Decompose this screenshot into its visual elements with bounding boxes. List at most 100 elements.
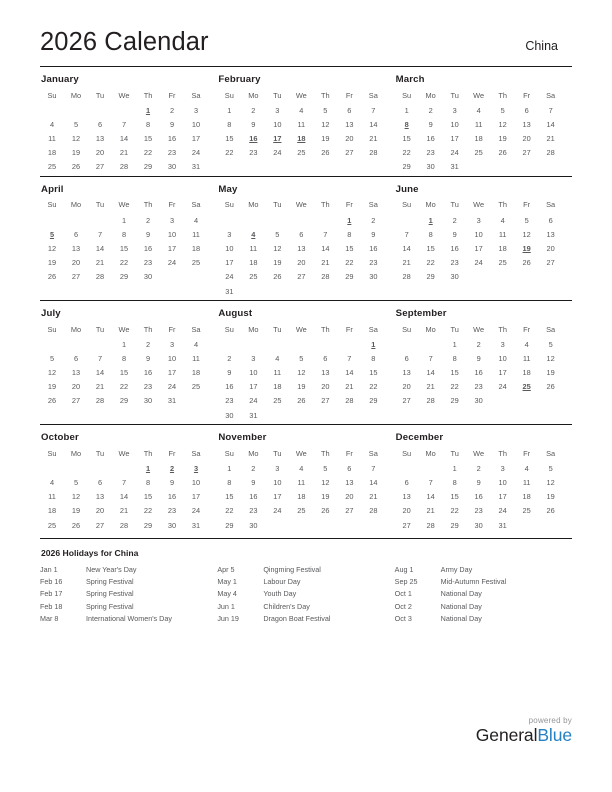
- weekday-header: Mo: [70, 90, 82, 100]
- day-cell: 22: [426, 258, 435, 268]
- day-cell-empty: [241, 213, 265, 227]
- weekday-header-row: Su Mo Tu We Th Fr Sa: [395, 323, 563, 337]
- holiday-name: Spring Festival: [86, 576, 134, 586]
- day-cell: 3: [193, 105, 199, 115]
- day-cell: 14: [369, 119, 378, 129]
- week-row: 22 23 24 25 26 27 28: [395, 146, 563, 160]
- day-cell: 24: [167, 258, 177, 268]
- week-row: 6 7 8 9 10 11 12: [395, 351, 563, 365]
- holiday-list-item: Feb 16 Spring Festival: [40, 576, 217, 588]
- day-cell: 16: [143, 243, 153, 253]
- holiday-list-item: Oct 1 National Day: [395, 588, 572, 600]
- day-cell: 14: [546, 119, 555, 129]
- month-grid: Su Mo Tu We Th Fr Sa 1 2 3 4 5 6 7 8 9 10 11 12 13 14 15 16 17 1…: [40, 323, 208, 408]
- weekday-header: Su: [47, 324, 57, 334]
- holiday-date: Oct 2: [394, 601, 412, 611]
- weekday-header: Tu: [273, 448, 282, 458]
- day-cell: 15: [426, 243, 435, 253]
- day-cell: 5: [500, 105, 505, 115]
- day-cell-empty: [265, 284, 289, 298]
- day-cell: 26: [321, 506, 330, 516]
- day-cell: 2: [452, 215, 457, 225]
- weekday-header: Fr: [345, 448, 353, 458]
- day-cell: 8: [121, 229, 127, 239]
- weekday-header: We: [473, 448, 485, 458]
- weekday-header: Fr: [168, 90, 176, 100]
- day-cell: 30: [369, 272, 378, 282]
- day-cell: 10: [191, 478, 201, 488]
- holiday-name: Spring Festival: [86, 601, 134, 611]
- weekday-header: We: [295, 90, 307, 100]
- months-container: January Su Mo Tu We Th Fr Sa 1 2 3 4 5 6 7 8 9 10 11 12 13 14…: [40, 66, 572, 534]
- day-cell: 21: [402, 258, 411, 268]
- day-cell-empty: [361, 518, 385, 532]
- day-cell: 20: [402, 506, 411, 516]
- day-cell: 27: [321, 396, 330, 406]
- week-row: 25 26 27 28 29 30 31: [40, 160, 208, 174]
- weekday-header-row: Su Mo Tu We Th Fr Sa: [40, 89, 208, 103]
- weekday-header: We: [295, 324, 307, 334]
- day-cell: 21: [321, 258, 330, 268]
- day-cell: 5: [548, 463, 553, 473]
- day-cell: 25: [47, 162, 57, 172]
- weekday-header: Tu: [273, 200, 282, 210]
- day-cell: 31: [225, 286, 234, 296]
- day-cell: 23: [450, 258, 459, 268]
- day-cell: 14: [119, 134, 129, 144]
- day-cell: 15: [402, 134, 411, 144]
- day-cell-empty: [419, 461, 443, 475]
- day-cell: 28: [119, 520, 129, 530]
- week-row: 29 30: [217, 518, 385, 532]
- day-cell-empty: [313, 213, 337, 227]
- weekday-header: Sa: [368, 448, 378, 458]
- day-cell: 21: [95, 382, 105, 392]
- day-cell: 29: [119, 272, 129, 282]
- weekday-header-row: Su Mo Tu We Th Fr Sa: [217, 89, 385, 103]
- week-row: 27 28 29 30: [395, 394, 563, 408]
- weekday-header-row: Su Mo Tu We Th Fr Sa: [217, 323, 385, 337]
- day-cell: 26: [47, 272, 57, 282]
- weekday-header: Th: [321, 200, 330, 210]
- day-cell-empty: [265, 337, 289, 351]
- day-cell: 18: [522, 492, 531, 502]
- week-row: 22 23 24 25 26 27 28: [217, 504, 385, 518]
- day-cell: 3: [500, 463, 505, 473]
- month-name: September: [395, 308, 447, 320]
- week-row: 7 8 9 10 11 12 13: [395, 227, 563, 241]
- day-cell: 27: [345, 506, 354, 516]
- brand-logo[interactable]: GeneralBlue: [476, 726, 572, 745]
- day-cell: 5: [548, 339, 553, 349]
- weekday-header: Su: [47, 448, 57, 458]
- day-cell: 17: [498, 492, 507, 502]
- day-cell-empty: [395, 213, 419, 227]
- day-cell: 22: [119, 382, 129, 392]
- weekday-header: We: [473, 200, 485, 210]
- day-cell: 11: [192, 229, 200, 239]
- month-grid: Su Mo Tu We Th Fr Sa 1 2 3 4 5 6 7 8 9 10 11 12 13 14 15 16 17 1…: [395, 447, 563, 532]
- day-cell: 10: [167, 229, 177, 239]
- day-cell: 18: [47, 148, 57, 158]
- weekday-header: Mo: [70, 324, 82, 334]
- day-cell-empty: [40, 461, 64, 475]
- day-cell: 25: [522, 506, 531, 516]
- month-grid: Su Mo Tu We Th Fr Sa 1 2 3 4 5 6 7 8 9 10 11 12 13 14 15 16 17 1…: [395, 89, 563, 174]
- day-cell: 7: [371, 463, 376, 473]
- week-row: 11 12 13 14 15 16 17: [40, 490, 208, 504]
- weekday-header: Mo: [248, 200, 259, 210]
- day-cell: 24: [249, 396, 258, 406]
- day-cell: 24: [191, 506, 201, 516]
- day-cell: 12: [273, 243, 282, 253]
- day-cell-empty: [64, 213, 88, 227]
- day-cell: 21: [426, 506, 435, 516]
- day-cell: 17: [249, 382, 258, 392]
- day-cell: 27: [71, 272, 81, 282]
- day-cell: 26: [71, 520, 81, 530]
- day-cell-empty: [265, 518, 289, 532]
- region-label: China: [525, 39, 558, 54]
- day-cell-empty: [395, 461, 419, 475]
- week-row: 16 17 18 19 20 21 22: [217, 380, 385, 394]
- day-cell: 8: [145, 478, 151, 488]
- day-cell-empty: [539, 270, 563, 284]
- day-cell: 11: [522, 353, 531, 363]
- week-row: 26 27 28 29 30: [40, 270, 208, 284]
